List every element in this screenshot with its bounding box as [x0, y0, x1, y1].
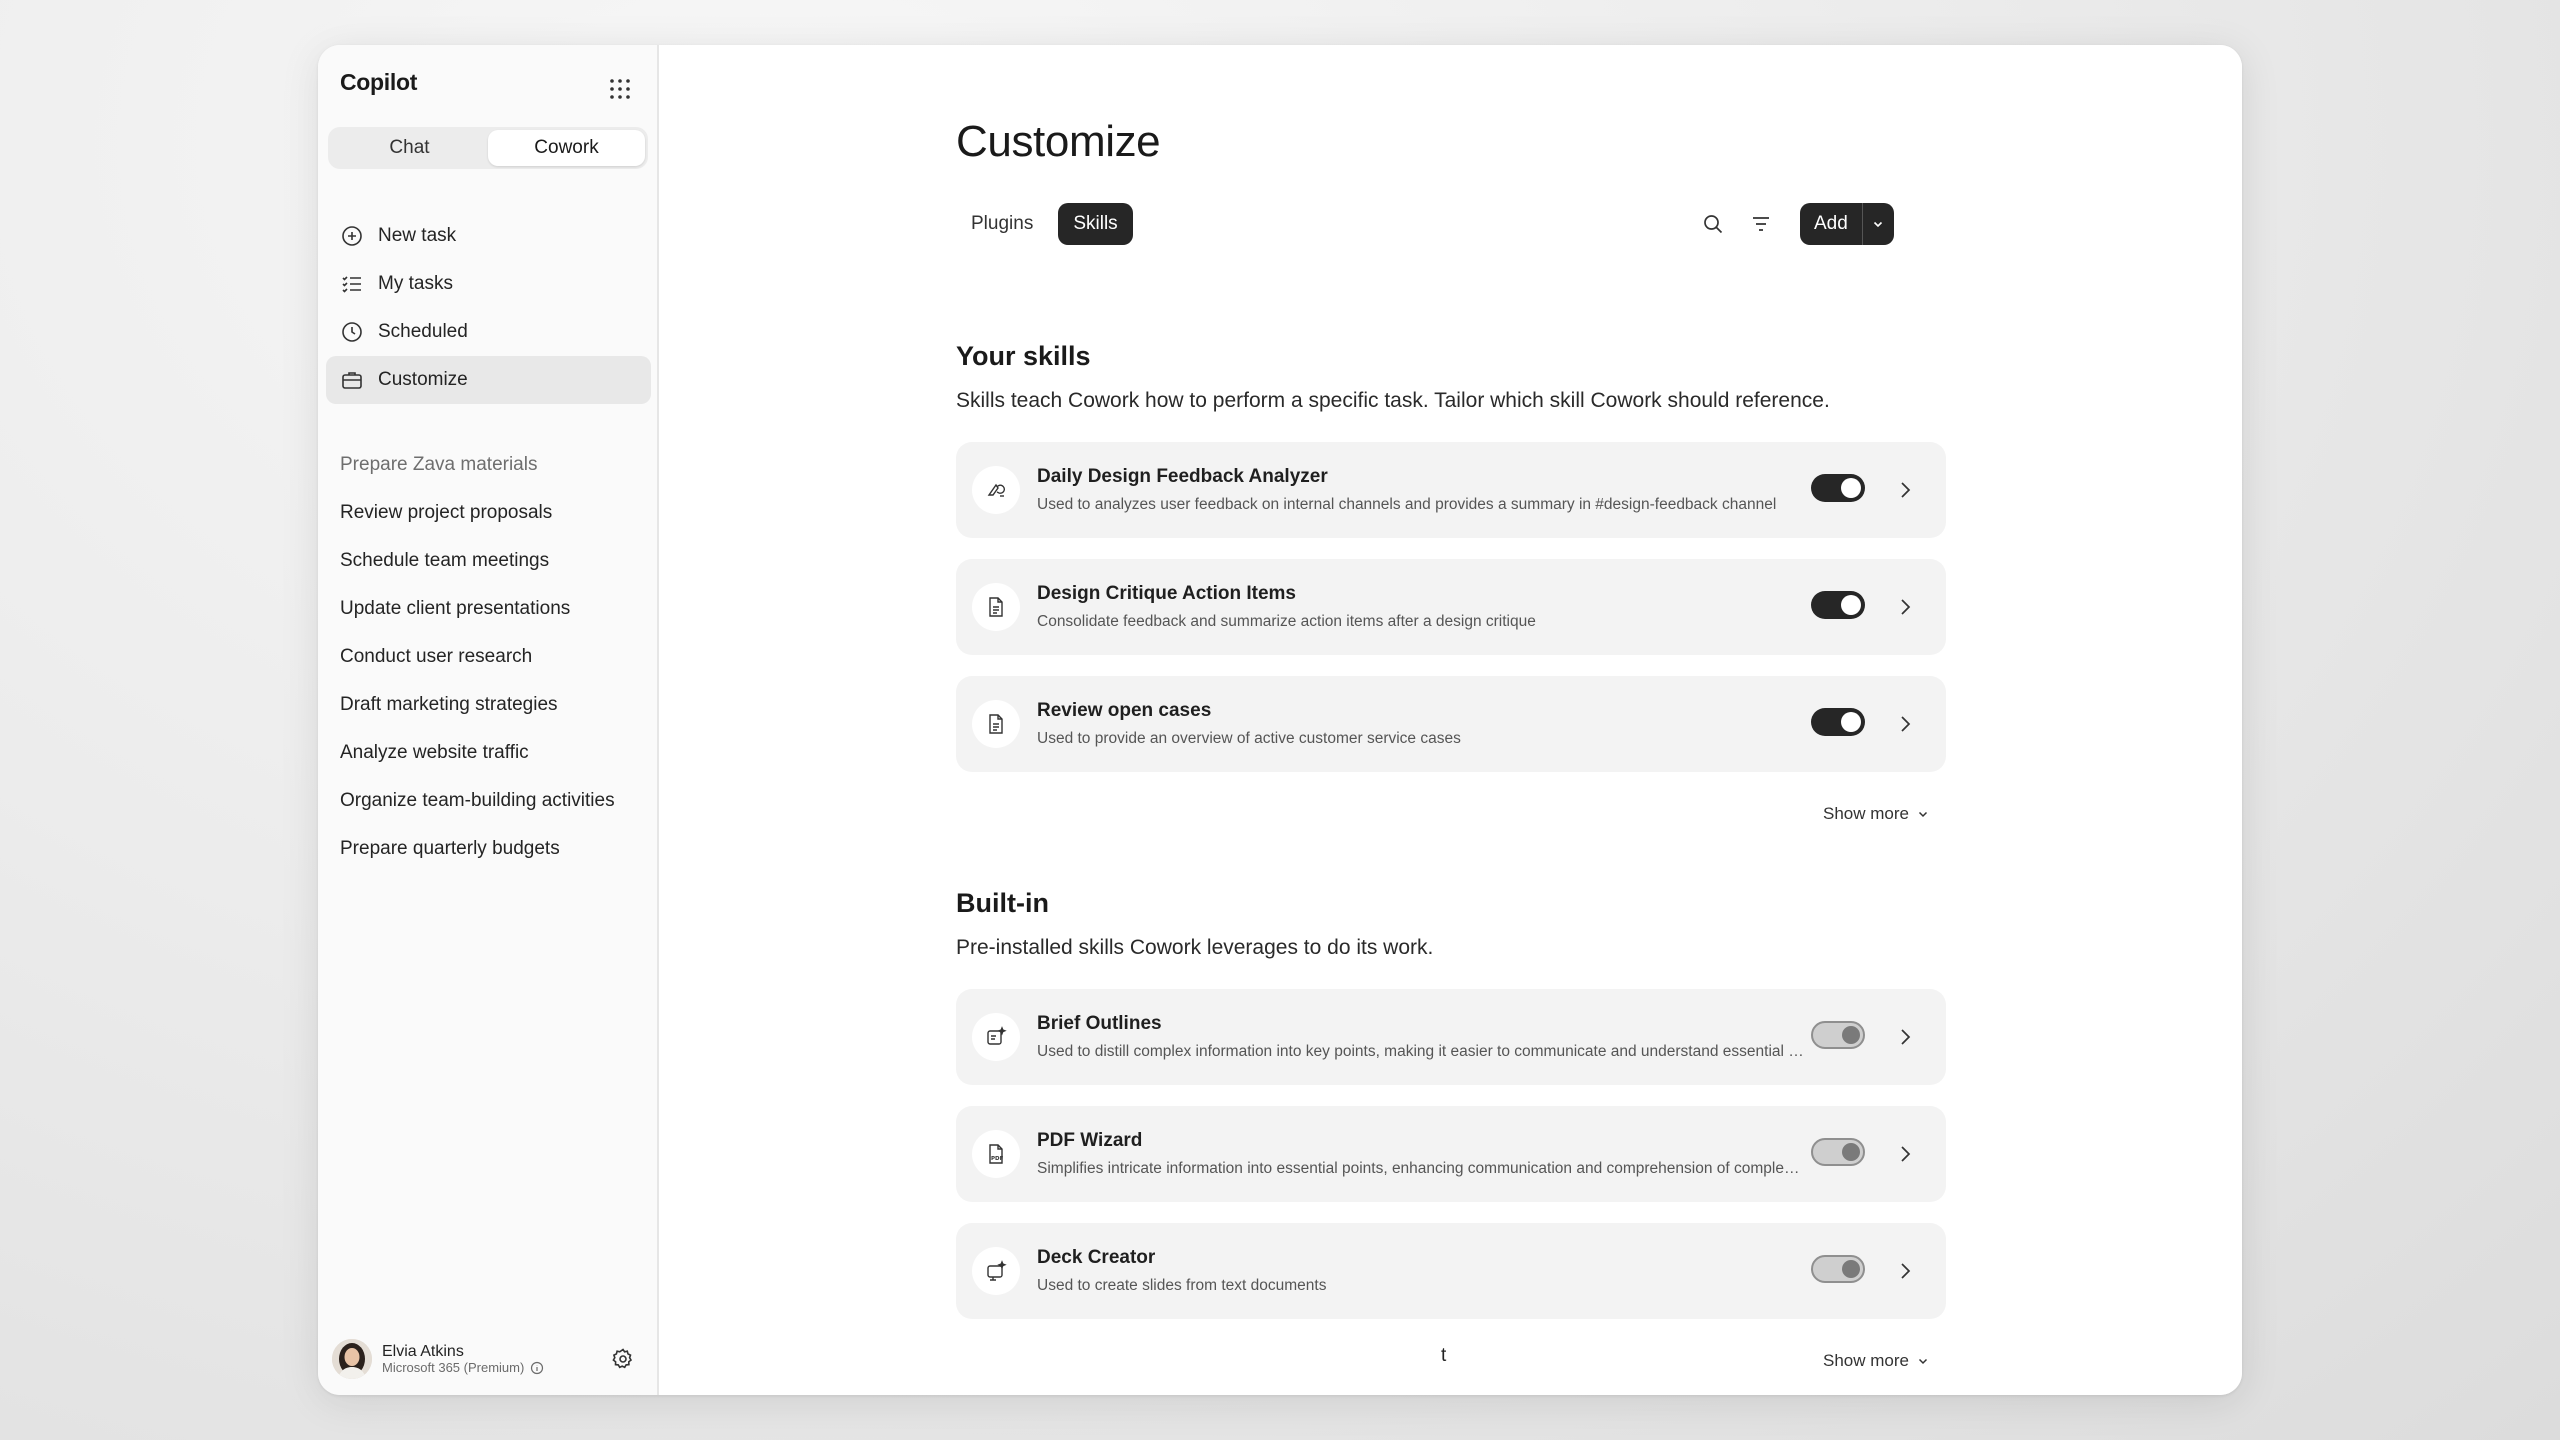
mode-tab-chat[interactable]: Chat: [331, 130, 488, 166]
skill-description: Used to provide an overview of active cu…: [1037, 730, 1461, 747]
skill-card[interactable]: Design Critique Action Items Consolidate…: [956, 559, 1946, 655]
chevron-right-icon[interactable]: [1891, 1023, 1919, 1051]
skill-toggle[interactable]: [1811, 1021, 1865, 1049]
skill-title: Review open cases: [1037, 700, 1212, 721]
filter-icon[interactable]: [1740, 203, 1782, 245]
sidebar-nav: New task My tasks Scheduled Customize: [326, 212, 651, 404]
add-dropdown-chevron-icon[interactable]: [1861, 203, 1894, 245]
chevron-right-icon[interactable]: [1891, 593, 1919, 621]
nav-label: Scheduled: [378, 321, 468, 342]
your-skills-subtitle: Skills teach Cowork how to perform a spe…: [956, 389, 1830, 412]
task-item[interactable]: Conduct user research: [340, 633, 640, 681]
task-item[interactable]: Review project proposals: [340, 489, 640, 537]
chevron-right-icon[interactable]: [1891, 710, 1919, 738]
show-more-label: Show more: [1823, 1351, 1909, 1370]
nav-new-task[interactable]: New task: [326, 212, 651, 260]
add-split-button: Add: [1800, 203, 1894, 245]
user-name: Elvia Atkins: [382, 1343, 464, 1361]
chevron-right-icon[interactable]: [1891, 1257, 1919, 1285]
skill-title: Design Critique Action Items: [1037, 583, 1296, 604]
skill-title: Daily Design Feedback Analyzer: [1037, 466, 1328, 487]
skill-toggle[interactable]: [1811, 708, 1865, 736]
skill-description: Consolidate feedback and summarize actio…: [1037, 613, 1536, 630]
clock-icon: [342, 322, 362, 342]
nav-customize[interactable]: Customize: [326, 356, 651, 404]
document-icon: [972, 583, 1020, 631]
brand-logo: Copilot: [340, 69, 418, 95]
user-profile[interactable]: Elvia Atkins Microsoft 365 (Premium): [332, 1337, 647, 1381]
customize-tabs: Plugins Skills: [956, 203, 1133, 245]
built-in-heading: Built-in: [956, 888, 1049, 918]
show-more-label: Show more: [1823, 804, 1909, 823]
skill-description: Used to analyzes user feedback on intern…: [1037, 496, 1777, 513]
info-icon[interactable]: [530, 1361, 544, 1375]
toolbar: Add: [1692, 203, 1894, 245]
task-list: Prepare Zava materials Review project pr…: [340, 441, 640, 873]
your-skills-heading: Your skills: [956, 341, 1091, 371]
skill-card[interactable]: PDF PDF Wizard Simplifies intricate info…: [956, 1106, 1946, 1202]
task-item[interactable]: Prepare Zava materials: [340, 441, 640, 489]
app-window: Copilot Chat Cowork New task My tasks Sc…: [318, 45, 2242, 1395]
nav-my-tasks[interactable]: My tasks: [326, 260, 651, 308]
briefcase-icon: [342, 372, 362, 389]
skill-card[interactable]: Brief Outlines Used to distill complex i…: [956, 989, 1946, 1085]
nav-label: New task: [378, 225, 457, 246]
tab-skills[interactable]: Skills: [1058, 203, 1133, 245]
task-item[interactable]: Draft marketing strategies: [340, 681, 640, 729]
chevron-right-icon[interactable]: [1891, 1140, 1919, 1168]
skill-toggle[interactable]: [1811, 1138, 1865, 1166]
tab-plugins[interactable]: Plugins: [956, 203, 1048, 245]
design-feedback-icon: [972, 466, 1020, 514]
skill-toggle[interactable]: [1811, 1255, 1865, 1283]
chevron-right-icon[interactable]: [1891, 476, 1919, 504]
show-more-built-in[interactable]: Show more: [1823, 1351, 1929, 1371]
skill-title: PDF Wizard: [1037, 1130, 1143, 1151]
skill-description: Used to distill complex information into…: [1037, 1043, 1807, 1060]
built-in-subtitle: Pre-installed skills Cowork leverages to…: [956, 936, 1434, 959]
sparkle-doc-icon: [972, 1013, 1020, 1061]
task-list-icon: [342, 276, 361, 293]
show-more-your-skills[interactable]: Show more: [1823, 804, 1929, 824]
skill-card[interactable]: Daily Design Feedback Analyzer Used to a…: [956, 442, 1946, 538]
skill-toggle[interactable]: [1811, 591, 1865, 619]
app-launcher-icon[interactable]: [600, 69, 640, 109]
pdf-icon: PDF: [972, 1130, 1020, 1178]
svg-text:PDF: PDF: [991, 1156, 1004, 1162]
nav-label: Customize: [378, 369, 468, 390]
skill-description: Used to create slides from text document…: [1037, 1277, 1327, 1294]
skill-card[interactable]: Review open cases Used to provide an ove…: [956, 676, 1946, 772]
chevron-down-icon: [1918, 811, 1928, 818]
task-item[interactable]: Organize team-building activities: [340, 777, 640, 825]
task-item[interactable]: Prepare quarterly budgets: [340, 825, 640, 873]
skill-description: Simplifies intricate information into es…: [1037, 1160, 1807, 1177]
skill-title: Deck Creator: [1037, 1247, 1156, 1268]
nav-scheduled[interactable]: Scheduled: [326, 308, 651, 356]
main-content: Customize Plugins Skills Add Your skills…: [659, 45, 2242, 1395]
sidebar: Copilot Chat Cowork New task My tasks Sc…: [318, 45, 659, 1395]
add-button[interactable]: Add: [1800, 203, 1862, 245]
skill-card[interactable]: Deck Creator Used to create slides from …: [956, 1223, 1946, 1319]
slides-sparkle-icon: [972, 1247, 1020, 1295]
user-plan: Microsoft 365 (Premium): [382, 1359, 525, 1375]
skill-toggle[interactable]: [1811, 474, 1865, 502]
task-item[interactable]: Analyze website traffic: [340, 729, 640, 777]
nav-label: My tasks: [378, 273, 453, 294]
plus-circle-icon: [342, 226, 362, 246]
skill-title: Brief Outlines: [1037, 1013, 1162, 1034]
page-title: Customize: [956, 117, 1161, 166]
document-icon: [972, 700, 1020, 748]
mode-switcher: Chat Cowork: [328, 127, 648, 169]
task-item[interactable]: Update client presentations: [340, 585, 640, 633]
task-item[interactable]: Schedule team meetings: [340, 537, 640, 585]
search-icon[interactable]: [1692, 203, 1734, 245]
chevron-down-icon: [1918, 1358, 1928, 1365]
mode-tab-cowork[interactable]: Cowork: [488, 130, 645, 166]
stray-text: t: [1441, 1345, 1447, 1366]
avatar: [332, 1339, 372, 1379]
settings-gear-icon[interactable]: [605, 1341, 641, 1377]
